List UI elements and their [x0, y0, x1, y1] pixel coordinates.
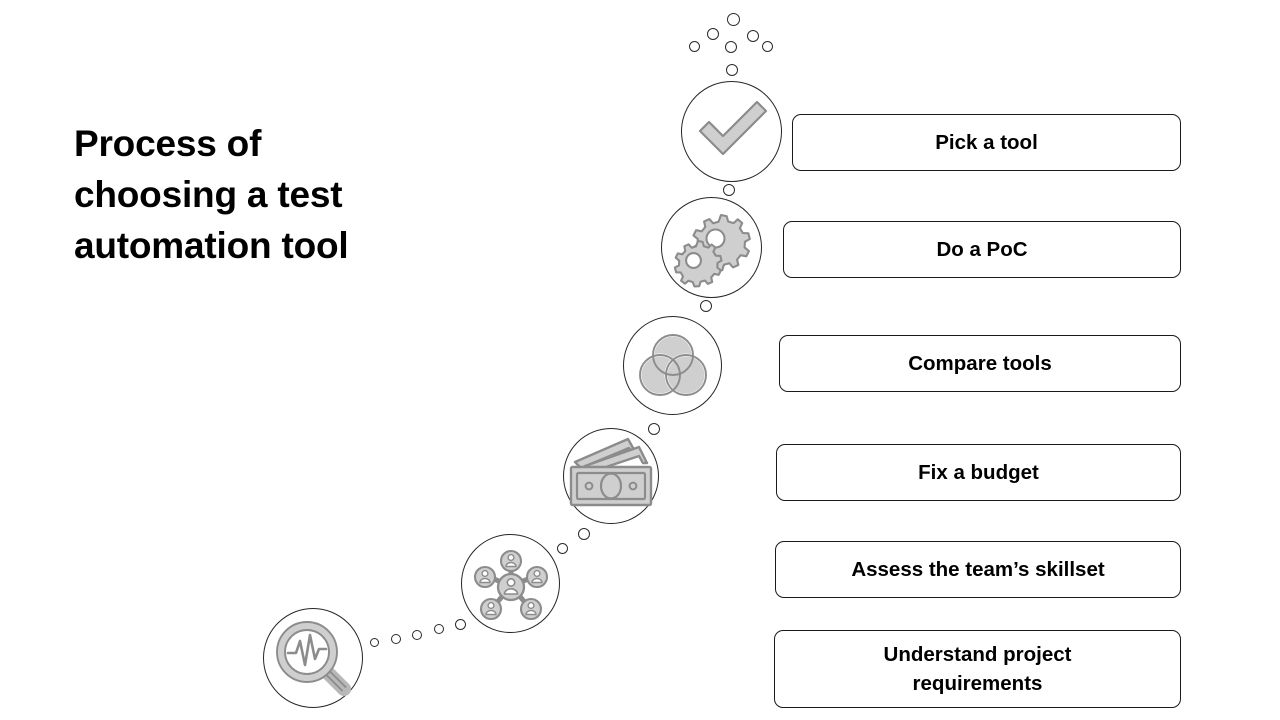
step-label-text: Assess the team’s skillset	[851, 558, 1105, 581]
banknotes-icon	[565, 430, 657, 522]
magnifier-pulse-icon	[272, 617, 354, 699]
checkmark-icon	[689, 89, 775, 175]
page-title: Process of choosing a test automation to…	[74, 123, 349, 266]
step-label-text: Pick a tool	[935, 131, 1038, 154]
trail-dot	[723, 184, 735, 196]
team-network-icon	[469, 542, 553, 626]
venn-diagram-icon	[633, 326, 713, 406]
step-icon-compare-tools[interactable]	[623, 316, 722, 415]
decorative-dot	[747, 30, 759, 42]
trail-dot	[700, 300, 712, 312]
step-icon-fix-a-budget[interactable]	[563, 428, 659, 524]
step-label-box-understand-requirements[interactable]: Understand project requirements	[774, 630, 1181, 708]
step-icon-understand-requirements[interactable]	[263, 608, 363, 708]
step-label-box-assess-skillset[interactable]: Assess the team’s skillset	[775, 541, 1181, 598]
step-label-text: Compare tools	[908, 352, 1052, 375]
step-icon-assess-skillset[interactable]	[461, 534, 560, 633]
trail-dot	[391, 634, 401, 644]
step-label-box-fix-a-budget[interactable]: Fix a budget	[776, 444, 1181, 501]
trail-dot	[434, 624, 444, 634]
step-label-box-do-a-poc[interactable]: Do a PoC	[783, 221, 1181, 278]
step-label-text: Do a PoC	[936, 238, 1028, 261]
step-icon-pick-a-tool[interactable]	[681, 81, 782, 182]
decorative-dot	[762, 41, 773, 52]
decorative-dot	[726, 64, 738, 76]
trail-dot	[557, 543, 568, 554]
decorative-dot	[727, 13, 740, 26]
step-label-text: Understand project requirements	[883, 643, 1072, 695]
trail-dot	[412, 630, 422, 640]
slide-canvas: Process of choosing a test automation to…	[0, 0, 1280, 720]
step-label-box-compare-tools[interactable]: Compare tools	[779, 335, 1181, 392]
trail-dot	[455, 619, 466, 630]
trail-dot	[370, 638, 379, 647]
decorative-dot	[725, 41, 737, 53]
step-label-box-pick-a-tool[interactable]: Pick a tool	[792, 114, 1181, 171]
step-label-text: Fix a budget	[918, 461, 1039, 484]
decorative-dot	[707, 28, 719, 40]
step-icon-do-a-poc[interactable]	[661, 197, 762, 298]
gears-icon	[671, 207, 753, 289]
trail-dot	[578, 528, 590, 540]
decorative-dot	[689, 41, 700, 52]
